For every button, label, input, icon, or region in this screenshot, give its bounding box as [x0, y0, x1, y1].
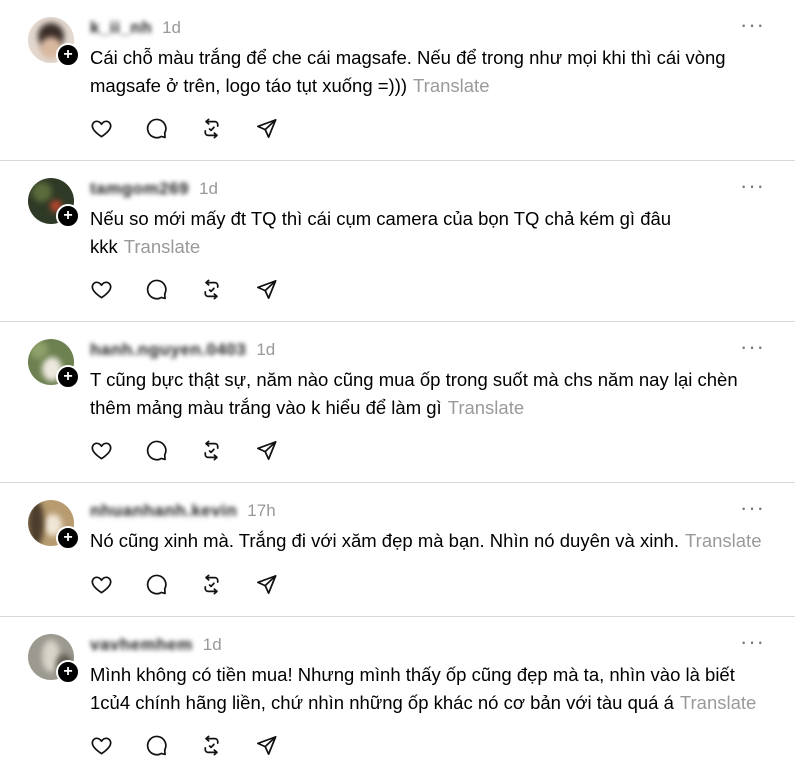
reply-post: + tamgom269 1d ··· Nếu so mới mấy đt TQ … [0, 161, 795, 321]
share-icon [257, 118, 277, 138]
reply-post: + hanh.nguyen.0403 1d ··· T cũng bực thậ… [0, 322, 795, 482]
follow-plus-icon[interactable]: + [56, 43, 80, 67]
post-text: Cái chỗ màu trắng để che cái magsafe. Nế… [90, 47, 726, 96]
repost-icon [204, 440, 219, 460]
like-button[interactable] [90, 572, 145, 596]
share-icon [257, 440, 277, 460]
share-button[interactable] [255, 116, 310, 140]
post-text: Nó cũng xinh mà. Trắng đi với xăm đẹp mà… [90, 530, 762, 551]
timestamp[interactable]: 1d [162, 18, 181, 38]
more-icon[interactable]: ··· [740, 497, 765, 519]
translate-link[interactable]: Translate [448, 397, 524, 418]
username[interactable]: vavhemhem [90, 635, 193, 655]
repost-button[interactable] [200, 438, 255, 462]
share-button[interactable] [255, 438, 310, 462]
post-text: Mình không có tiền mua! Nhưng mình thấy … [90, 664, 757, 713]
share-icon [257, 574, 277, 594]
reply-post: + nhuanhanh.kevin 17h ··· Nó cũng xinh m… [0, 483, 795, 615]
comment-icon [146, 279, 167, 300]
more-icon[interactable]: ··· [740, 175, 765, 197]
username[interactable]: k_ii_nh [90, 18, 152, 38]
replies-feed: + k_ii_nh 1d ··· Cái chỗ màu trắng để ch… [0, 0, 795, 773]
reply-post: + vavhemhem 1d ··· Mình không có tiền mu… [0, 617, 795, 773]
action-bar [90, 116, 310, 140]
action-bar [90, 733, 310, 757]
comment-icon [146, 735, 167, 756]
username[interactable]: hanh.nguyen.0403 [90, 340, 246, 360]
post-text: T cũng bực thật sự, năm nào cũng mua ốp … [90, 369, 738, 418]
heart-icon [91, 119, 112, 138]
heart-icon [91, 736, 112, 755]
avatar[interactable]: + [28, 500, 80, 550]
reply-post: + k_ii_nh 1d ··· Cái chỗ màu trắng để ch… [0, 0, 795, 160]
repost-icon [204, 735, 219, 755]
username[interactable]: tamgom269 [90, 179, 189, 199]
reply-button[interactable] [145, 572, 200, 596]
avatar[interactable]: + [28, 634, 80, 684]
avatar[interactable]: + [28, 178, 80, 228]
comment-icon [146, 118, 167, 139]
follow-plus-icon[interactable]: + [56, 660, 80, 684]
repost-icon [204, 279, 219, 299]
repost-button[interactable] [200, 572, 255, 596]
reply-button[interactable] [145, 116, 200, 140]
translate-link[interactable]: Translate [124, 236, 200, 257]
more-icon[interactable]: ··· [740, 336, 765, 358]
timestamp[interactable]: 1d [199, 179, 218, 199]
translate-link[interactable]: Translate [685, 530, 761, 551]
share-icon [257, 279, 277, 299]
timestamp[interactable]: 1d [256, 340, 275, 360]
more-icon[interactable]: ··· [740, 14, 765, 36]
share-icon [257, 735, 277, 755]
follow-plus-icon[interactable]: + [56, 365, 80, 389]
avatar[interactable]: + [28, 339, 80, 389]
action-bar [90, 277, 310, 301]
reply-button[interactable] [145, 277, 200, 301]
action-bar [90, 438, 310, 462]
like-button[interactable] [90, 116, 145, 140]
reply-button[interactable] [145, 438, 200, 462]
repost-button[interactable] [200, 116, 255, 140]
repost-icon [204, 574, 219, 594]
timestamp[interactable]: 1d [203, 635, 222, 655]
share-button[interactable] [255, 572, 310, 596]
timestamp[interactable]: 17h [247, 501, 275, 521]
avatar[interactable]: + [28, 17, 80, 67]
post-text: Nếu so mới mấy đt TQ thì cái cụm camera … [90, 208, 672, 257]
follow-plus-icon[interactable]: + [56, 204, 80, 228]
repost-button[interactable] [200, 733, 255, 757]
heart-icon [91, 575, 112, 594]
repost-button[interactable] [200, 277, 255, 301]
more-icon[interactable]: ··· [740, 631, 765, 653]
action-bar [90, 572, 310, 596]
comment-icon [146, 440, 167, 461]
heart-icon [91, 280, 112, 299]
share-button[interactable] [255, 733, 310, 757]
like-button[interactable] [90, 438, 145, 462]
username[interactable]: nhuanhanh.kevin [90, 501, 237, 521]
follow-plus-icon[interactable]: + [56, 526, 80, 550]
comment-icon [146, 574, 167, 595]
like-button[interactable] [90, 277, 145, 301]
translate-link[interactable]: Translate [413, 75, 489, 96]
like-button[interactable] [90, 733, 145, 757]
reply-button[interactable] [145, 733, 200, 757]
share-button[interactable] [255, 277, 310, 301]
heart-icon [91, 441, 112, 460]
repost-icon [204, 118, 219, 138]
translate-link[interactable]: Translate [680, 692, 756, 713]
